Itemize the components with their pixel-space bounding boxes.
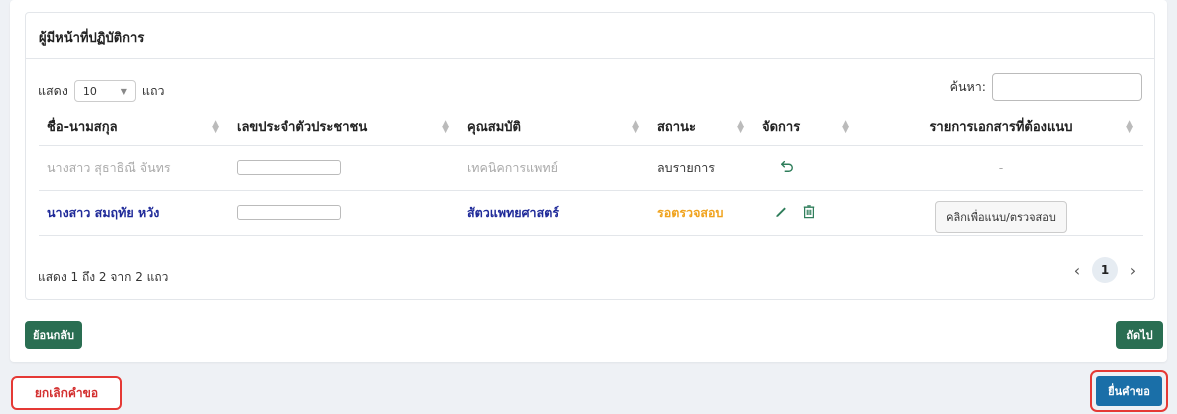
table-header-row: ชื่อ-นามสกุล ▲ ▼ เลขประจำตัวประชาชน ▲ ▼ คุณส… (39, 109, 1143, 146)
column-header-documents[interactable]: รายการเอกสารที่ต้องแนบ ▲ ▼ (859, 109, 1143, 146)
table-row: นางสาว สุธาธิณี จันทร เทคนิคการแพทย์ ลบร… (39, 145, 1143, 191)
edit-icon[interactable] (774, 204, 788, 218)
cell-id (229, 190, 459, 236)
main-panel: ผู้มีหน้าที่ปฏิบัติการ แสดง 10 ▼ แถว ค้น… (10, 0, 1167, 362)
column-header-qualification[interactable]: คุณสมบัติ ▲ ▼ (459, 109, 649, 146)
length-control: แสดง 10 ▼ แถว (38, 80, 165, 102)
operators-table: ชื่อ-นามสกุล ▲ ▼ เลขประจำตัวประชาชน ▲ ▼ คุณส… (39, 109, 1143, 236)
operators-card: ผู้มีหน้าที่ปฏิบัติการ แสดง 10 ▼ แถว ค้น… (25, 12, 1155, 300)
cell-qualification: เทคนิคการแพทย์ (459, 145, 649, 191)
table-controls: แสดง 10 ▼ แถว ค้นหา: (38, 73, 1142, 103)
back-button[interactable]: ย้อนกลับ (25, 321, 82, 349)
cell-name: นางสาว สมฤทัย หวัง (39, 190, 229, 236)
cell-name: นางสาว สุธาธิณี จันทร (39, 145, 229, 191)
cell-actions (754, 145, 859, 191)
column-header-name[interactable]: ชื่อ-นามสกุล ▲ ▼ (39, 109, 229, 146)
submit-highlight: ยื่นคำขอ (1090, 370, 1168, 412)
search-input[interactable] (992, 73, 1142, 101)
id-field[interactable] (237, 205, 341, 220)
submit-request-button[interactable]: ยื่นคำขอ (1096, 376, 1162, 406)
search-label: ค้นหา: (949, 79, 986, 94)
page-length-value: 10 (82, 84, 97, 98)
next-button[interactable]: ถัดไป (1116, 321, 1163, 349)
sort-icon: ▲ ▼ (737, 119, 744, 135)
table-row: นางสาว สมฤทัย หวัง สัตวแพทยศาสตร์ รอตรวจ… (39, 190, 1143, 236)
cell-actions (754, 190, 859, 236)
attach-documents-button[interactable]: คลิกเพื่อแนบ/ตรวจสอบ (935, 200, 1067, 233)
status-badge: รอตรวจสอบ (649, 190, 754, 236)
id-field[interactable] (237, 160, 341, 175)
page-button[interactable]: 1 (1092, 257, 1118, 283)
column-header-status[interactable]: สถานะ ▲ ▼ (649, 109, 754, 146)
column-header-actions[interactable]: จัดการ ▲ ▼ (754, 109, 859, 146)
rows-label: แถว (141, 83, 165, 98)
status-text: ลบรายการ (649, 145, 754, 191)
page-length-select[interactable]: 10 ▼ (73, 80, 136, 102)
show-label: แสดง (38, 83, 68, 98)
cell-documents: คลิกเพื่อแนบ/ตรวจสอบ (859, 190, 1143, 236)
undo-icon[interactable] (780, 159, 794, 173)
sort-icon: ▲ ▼ (632, 119, 639, 135)
cell-documents: - (859, 145, 1143, 191)
search-control: ค้นหา: (950, 73, 1142, 101)
sort-icon: ▲ ▼ (212, 119, 219, 135)
sort-icon: ▲ ▼ (442, 119, 449, 135)
sort-icon: ▲ ▼ (1126, 119, 1133, 135)
cell-qualification: สัตวแพทยศาสตร์ (459, 190, 649, 236)
pagination-info: แสดง 1 ถึง 2 จาก 2 แถว (38, 270, 169, 284)
chevron-down-icon: ▼ (120, 86, 127, 96)
column-header-id[interactable]: เลขประจำตัวประชาชน ▲ ▼ (229, 109, 459, 146)
pagination: ‹ 1 › (1070, 257, 1140, 283)
sort-icon: ▲ ▼ (842, 119, 849, 135)
trash-icon[interactable] (802, 204, 816, 219)
cell-id (229, 145, 459, 191)
cancel-request-button[interactable]: ยกเลิกคำขอ (11, 376, 122, 410)
chevron-left-icon[interactable]: ‹ (1070, 261, 1084, 280)
chevron-right-icon[interactable]: › (1126, 261, 1140, 280)
card-title: ผู้มีหน้าที่ปฏิบัติการ (26, 13, 1154, 59)
